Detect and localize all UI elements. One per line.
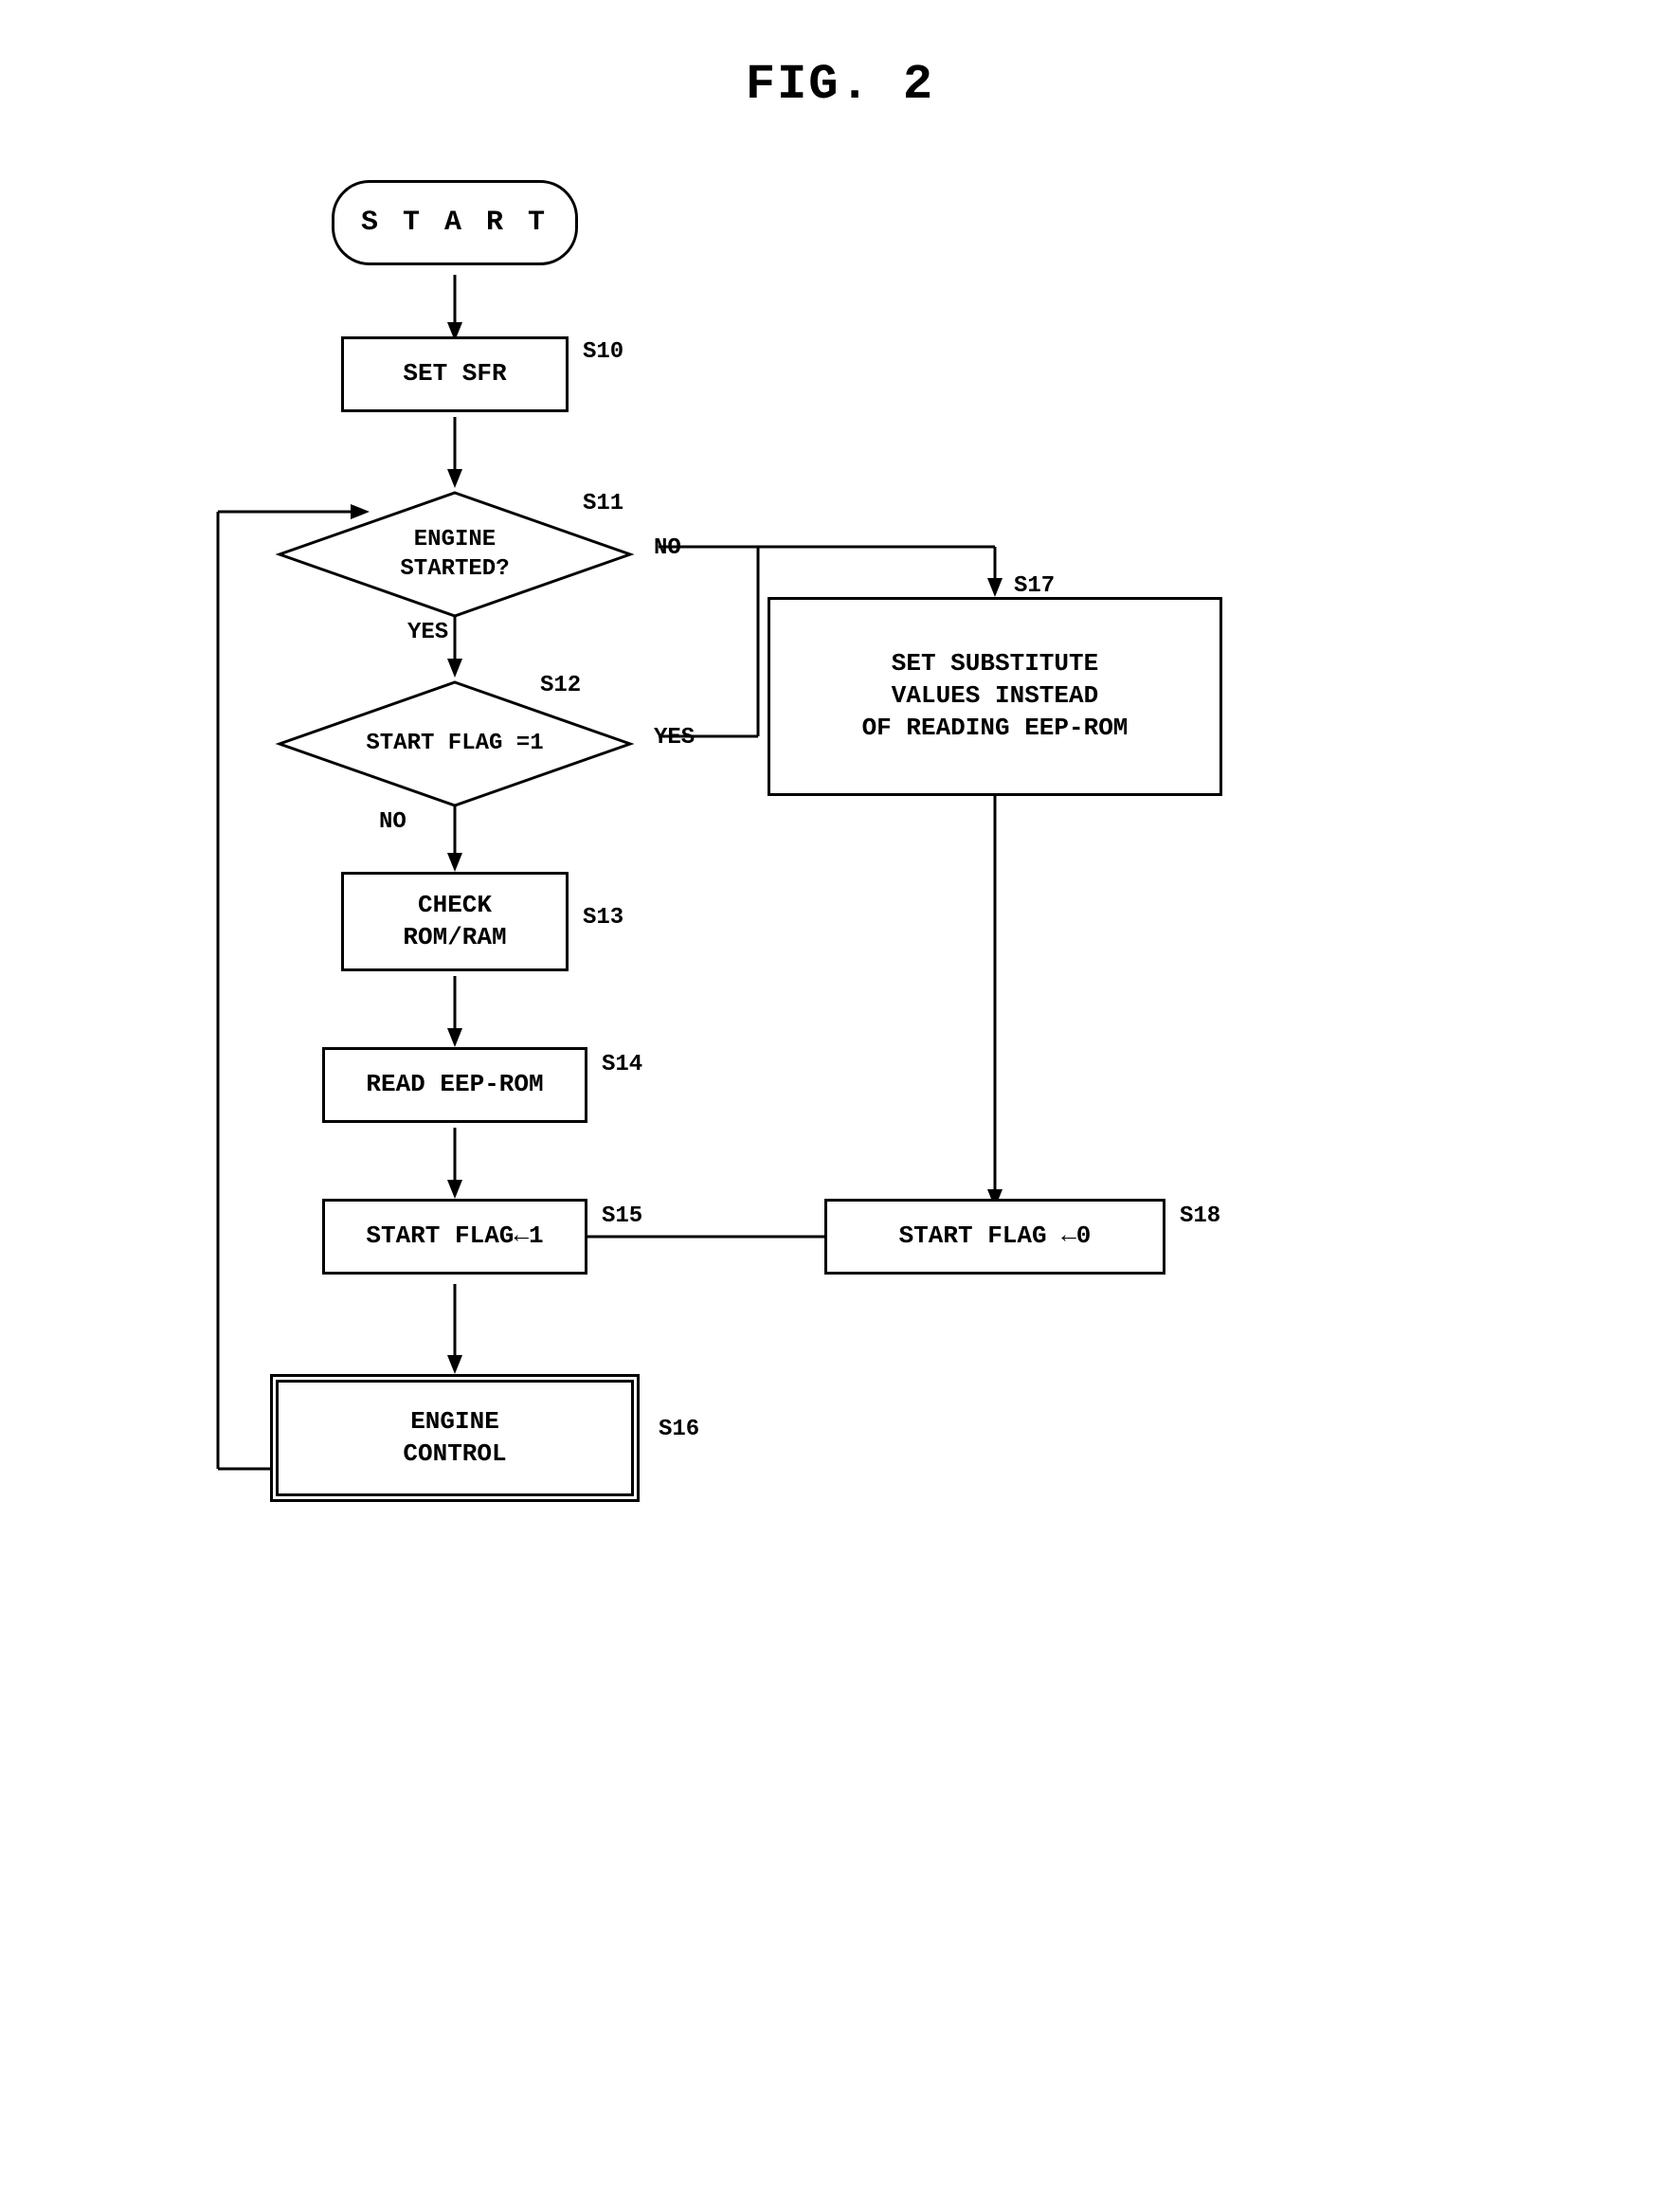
s13-step: S13 (583, 905, 623, 931)
read-eeprom-node: READ EEP-ROM (322, 1047, 587, 1123)
s11-no-label: NO (654, 535, 681, 561)
set-sfr-node: SET SFR (341, 336, 569, 412)
s12-no-label: NO (379, 809, 406, 835)
start-flag-set0-node: START FLAG ←0 (824, 1199, 1165, 1275)
start-node: S T A R T (332, 180, 578, 265)
s17-label: SET SUBSTITUTE VALUES INSTEAD OF READING… (862, 648, 1129, 744)
check-rom-ram-node: CHECK ROM/RAM (341, 872, 569, 971)
s12-yes-label: YES (654, 725, 695, 751)
page-title: FIG. 2 (0, 0, 1680, 113)
diagram-container: S T A R T SET SFR S10 ENGINESTARTED? S11… (0, 123, 1680, 2189)
start-label: S T A R T (361, 207, 549, 239)
s15-step: S15 (602, 1203, 642, 1229)
engine-control-node: ENGINE CONTROL (270, 1374, 640, 1502)
s14-step: S14 (602, 1052, 642, 1077)
s16-step: S16 (659, 1417, 699, 1442)
s12-step: S12 (540, 673, 581, 698)
s16-label: ENGINE CONTROL (403, 1406, 506, 1471)
set-substitute-node: SET SUBSTITUTE VALUES INSTEAD OF READING… (768, 597, 1222, 796)
start-flag-set1-node: START FLAG←1 (322, 1199, 587, 1275)
s10-label: SET SFR (403, 358, 506, 390)
engine-started-node: ENGINESTARTED? (275, 488, 635, 621)
s18-label: START FLAG ←0 (899, 1221, 1092, 1253)
s13-label: CHECK ROM/RAM (403, 890, 506, 954)
s10-step: S10 (583, 339, 623, 365)
s11-yes-label: YES (407, 620, 448, 645)
engine-started-label: ENGINESTARTED? (400, 525, 509, 584)
s11-step: S11 (583, 491, 623, 516)
s18-step: S18 (1180, 1203, 1220, 1229)
s15-label: START FLAG←1 (366, 1221, 543, 1253)
start-flag-check-label: START FLAG =1 (366, 729, 543, 758)
flowchart-arrows (0, 123, 1680, 2189)
s17-step: S17 (1014, 573, 1055, 599)
s14-label: READ EEP-ROM (366, 1069, 543, 1101)
